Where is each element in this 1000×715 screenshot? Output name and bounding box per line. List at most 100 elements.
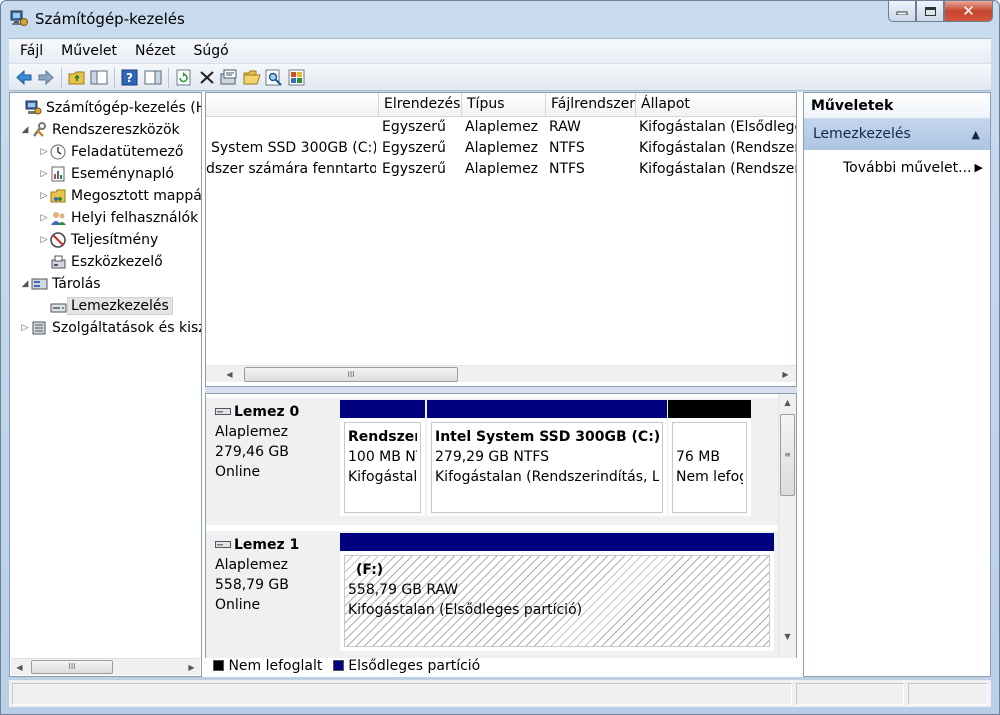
- table-cell[interactable]: Egyszerű: [382, 117, 462, 137]
- expand-arrow-icon[interactable]: ▷: [19, 323, 31, 333]
- tree-item-storage[interactable]: ◢ Tárolás: [19, 274, 101, 294]
- table-cell[interactable]: [211, 117, 376, 137]
- volume-list: Elrendezés Típus Fájlrendszer Állapot Eg…: [205, 92, 797, 387]
- scroll-right-icon[interactable]: ▶: [183, 659, 200, 676]
- properties-icon[interactable]: [220, 69, 238, 86]
- collapse-arrow-icon[interactable]: ◢: [19, 279, 31, 289]
- delete-icon[interactable]: [198, 69, 216, 86]
- more-actions-item[interactable]: További művelet... ▶: [843, 157, 983, 179]
- scroll-thumb[interactable]: III: [31, 660, 113, 674]
- tree-item-services[interactable]: ▷ Szolgáltatások és kisz: [19, 318, 201, 338]
- minimize-button[interactable]: [888, 1, 916, 22]
- partition-state: Kifogástalan (Rendszerindítás, Lap: [435, 469, 659, 485]
- table-cell[interactable]: dszer számára fenntartott: [206, 159, 376, 179]
- expand-arrow-icon[interactable]: ▷: [38, 213, 50, 223]
- maximize-button[interactable]: [916, 1, 944, 22]
- table-cell[interactable]: NTFS: [549, 138, 634, 158]
- refresh-icon[interactable]: [175, 69, 193, 86]
- scroll-down-icon[interactable]: ▼: [779, 628, 796, 645]
- tree-item-task-scheduler[interactable]: ▷ Feladatütemező: [38, 142, 184, 162]
- close-button[interactable]: ✕: [944, 1, 993, 22]
- tree-item-device-manager[interactable]: Eszközkezelő: [38, 252, 163, 272]
- column-header-layout[interactable]: Elrendezés: [379, 93, 462, 117]
- show-hide-action-pane-icon[interactable]: [144, 69, 162, 86]
- settings-icon[interactable]: [288, 69, 306, 86]
- computer-management-icon: [10, 10, 28, 26]
- scroll-right-icon[interactable]: ▶: [777, 366, 794, 383]
- expand-arrow-icon[interactable]: ▷: [38, 191, 50, 201]
- menu-action[interactable]: Művelet: [50, 43, 124, 59]
- disk-row[interactable]: Lemez 0 Alaplemez 279,46 GB Online Rends…: [206, 398, 778, 525]
- menu-file[interactable]: Fájl: [9, 43, 50, 59]
- tree-item-label: Lemezkezelés: [67, 297, 173, 315]
- table-cell[interactable]: Kifogástalan (Rendszerin: [639, 138, 796, 158]
- actions-section-disk-management[interactable]: Lemezkezelés ▲: [804, 119, 990, 150]
- disk-vertical-scrollbar[interactable]: ▲ ≡ ▼: [778, 394, 796, 676]
- help-icon[interactable]: ?: [121, 69, 139, 86]
- column-header-filesystem[interactable]: Fájlrendszer: [546, 93, 636, 117]
- tree-item-label: Tárolás: [52, 276, 101, 292]
- table-cell[interactable]: Alaplemez: [465, 138, 545, 158]
- expand-arrow-icon[interactable]: ▷: [38, 169, 50, 179]
- table-cell[interactable]: Alaplemez: [465, 159, 545, 179]
- search-icon[interactable]: [265, 69, 283, 86]
- tree-item-disk-management[interactable]: Lemezkezelés: [38, 296, 173, 316]
- disk-status: Online: [215, 464, 261, 480]
- forward-arrow-icon[interactable]: [37, 69, 55, 86]
- tree-item-performance[interactable]: ▷ Teljesítmény: [38, 230, 159, 250]
- table-cell[interactable]: Egyszerű: [382, 159, 462, 179]
- more-actions-label: További művelet...: [843, 160, 972, 176]
- disk-status: Online: [215, 597, 261, 613]
- disk-name: Lemez 1: [234, 537, 300, 553]
- tree-item-system-tools[interactable]: ◢ Rendszereszközök: [19, 120, 180, 140]
- local-users-icon: [51, 212, 66, 225]
- partition-title: Rendszer s: [348, 429, 417, 445]
- column-header-type[interactable]: Típus: [462, 93, 546, 117]
- partition-title: (F:): [356, 562, 384, 578]
- partition-state: Nem lefog: [676, 469, 743, 485]
- legend-label-unallocated: Nem lefoglalt: [228, 658, 323, 674]
- table-cell[interactable]: NTFS: [549, 159, 634, 179]
- table-cell[interactable]: Kifogástalan (Rendszer,: [639, 159, 796, 179]
- scroll-thumb[interactable]: III: [244, 367, 458, 382]
- table-cell[interactable]: RAW: [549, 117, 634, 137]
- menu-help[interactable]: Súgó: [183, 43, 236, 59]
- status-cell: [796, 683, 904, 705]
- disk-type: Alaplemez: [215, 557, 289, 573]
- tree-horizontal-scrollbar[interactable]: ◀ III ▶: [11, 658, 200, 675]
- table-cell[interactable]: System SSD 300GB (C:): [211, 138, 376, 158]
- table-cell[interactable]: Alaplemez: [465, 117, 545, 137]
- partition-size: 279,29 GB NTFS: [435, 449, 550, 465]
- tree-item-local-users[interactable]: ▷ Helyi felhasználók: [38, 208, 199, 228]
- open-folder-icon[interactable]: [243, 69, 261, 86]
- tree-item-computer-management[interactable]: Számítógép-kezelés (He: [13, 98, 201, 118]
- table-cell[interactable]: Kifogástalan (Elsődleges: [639, 117, 796, 137]
- column-header-volume[interactable]: [206, 93, 379, 117]
- status-bar: [9, 679, 991, 707]
- partition-f-drive[interactable]: (F:) 558,79 GB RAW Kifogástalan (Elsődle…: [340, 533, 774, 651]
- minimize-icon: [896, 11, 908, 15]
- collapse-icon[interactable]: ▲: [972, 119, 980, 150]
- table-cell[interactable]: Egyszerű: [382, 138, 462, 158]
- title-bar[interactable]: Számítógép-kezelés ✕: [1, 1, 999, 37]
- scroll-thumb[interactable]: ≡: [780, 414, 795, 496]
- collapse-arrow-icon[interactable]: ◢: [19, 125, 31, 135]
- tree-item-event-viewer[interactable]: ▷ Eseménynapló: [38, 164, 174, 184]
- partition-system-reserved[interactable]: Rendszer s 100 MB NT Kifogástala: [340, 400, 425, 516]
- expand-arrow-icon[interactable]: ▷: [38, 147, 50, 157]
- submenu-arrow-icon: ▶: [974, 161, 983, 174]
- menu-view[interactable]: Nézet: [124, 43, 183, 59]
- scroll-left-icon[interactable]: ◀: [221, 366, 238, 383]
- scroll-up-icon[interactable]: ▲: [779, 394, 796, 411]
- column-header-status[interactable]: Állapot: [636, 93, 796, 117]
- scroll-left-icon[interactable]: ◀: [11, 659, 28, 676]
- partition-c-drive[interactable]: Intel System SSD 300GB (C:) 279,29 GB NT…: [427, 400, 667, 516]
- expand-arrow-icon[interactable]: ▷: [38, 235, 50, 245]
- tree-item-shared-folders[interactable]: ▷ Megosztott mappá: [38, 186, 201, 206]
- disk-row[interactable]: Lemez 1 Alaplemez 558,79 GB Online (F:) …: [206, 531, 778, 658]
- back-arrow-icon[interactable]: [15, 69, 33, 86]
- volume-horizontal-scrollbar[interactable]: ◀ III ▶: [206, 365, 796, 382]
- up-folder-icon[interactable]: [68, 69, 86, 86]
- show-hide-tree-icon[interactable]: [90, 69, 108, 86]
- partition-unallocated[interactable]: 76 MB Nem lefog: [668, 400, 751, 516]
